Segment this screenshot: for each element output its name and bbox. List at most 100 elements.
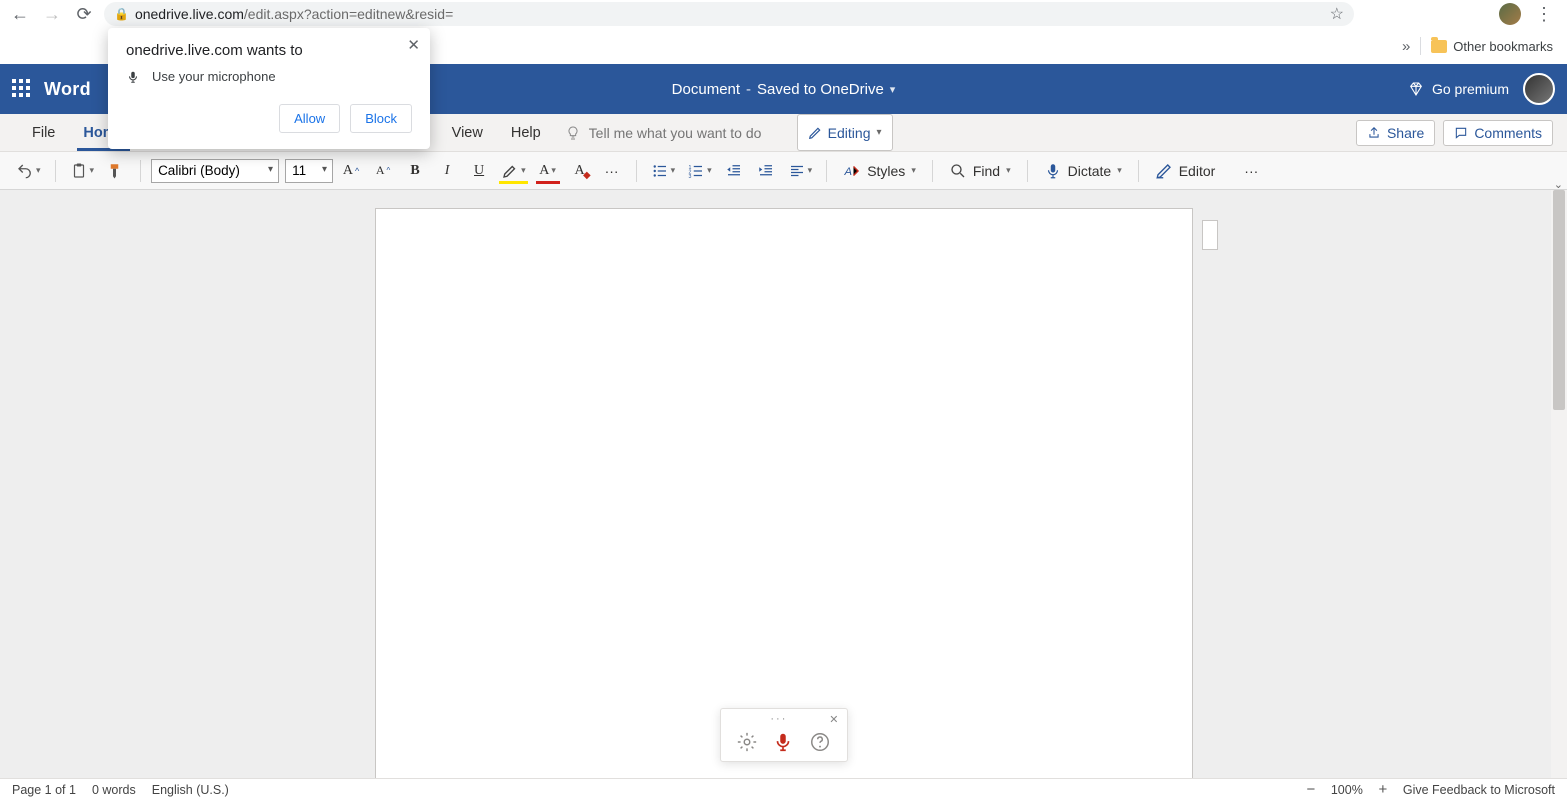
comments-button[interactable]: Comments — [1443, 120, 1553, 146]
status-bar: Page 1 of 1 0 words English (U.S.) − 100… — [0, 778, 1567, 800]
bullets-button[interactable]: ▾ — [647, 157, 680, 185]
more-font-options-button[interactable]: ··· — [598, 157, 626, 185]
bookmark-star-icon[interactable]: ☆ — [1330, 4, 1344, 24]
svg-text:A: A — [844, 165, 853, 177]
editor-button[interactable]: Editor — [1149, 162, 1222, 180]
divider — [140, 160, 141, 182]
outdent-icon — [725, 162, 743, 180]
feedback-link[interactable]: Give Feedback to Microsoft — [1403, 783, 1555, 797]
numbering-button[interactable]: 123 ▾ — [683, 157, 716, 185]
find-button[interactable]: Find ▾ — [943, 162, 1017, 180]
highlight-color-button[interactable]: ▾ — [497, 157, 530, 185]
microphone-icon — [126, 70, 140, 84]
divider — [55, 160, 56, 182]
share-button[interactable]: Share — [1356, 120, 1435, 146]
align-left-icon — [788, 162, 806, 180]
dictation-settings-button[interactable] — [736, 731, 758, 753]
language-status[interactable]: English (U.S.) — [152, 783, 229, 797]
other-bookmarks-folder[interactable]: Other bookmarks — [1431, 39, 1553, 54]
ruler-split-handle[interactable] — [1202, 220, 1218, 250]
format-painter-button[interactable] — [102, 157, 130, 185]
dictate-button[interactable]: Dictate ▾ — [1038, 162, 1128, 180]
page-count[interactable]: Page 1 of 1 — [12, 783, 76, 797]
tab-file[interactable]: File — [18, 114, 69, 151]
paintbrush-icon — [107, 162, 125, 180]
vertical-scrollbar[interactable] — [1551, 190, 1567, 778]
grow-font-button[interactable]: A^ — [337, 157, 365, 185]
url-host: onedrive.live.com — [135, 6, 244, 22]
clear-formatting-button[interactable]: A◆ — [566, 157, 594, 185]
lightbulb-icon — [565, 125, 581, 141]
paste-button[interactable]: ▾ — [66, 157, 99, 185]
word-count[interactable]: 0 words — [92, 783, 136, 797]
document-title-group[interactable]: Document - Saved to OneDrive ▾ — [672, 81, 896, 98]
numbered-list-icon: 123 — [687, 162, 705, 180]
dictation-mic-button[interactable] — [772, 731, 794, 753]
align-button[interactable]: ▾ — [784, 157, 817, 185]
more-commands-button[interactable]: ··· — [1237, 157, 1265, 185]
search-icon — [949, 162, 967, 180]
tell-me-input[interactable] — [589, 125, 779, 141]
block-button[interactable]: Block — [350, 104, 412, 133]
browser-menu-button[interactable]: ⋮ — [1529, 4, 1559, 25]
go-premium-label: Go premium — [1432, 81, 1509, 97]
font-size-select[interactable] — [285, 159, 333, 183]
undo-button[interactable]: ▾ — [12, 157, 45, 185]
browser-toolbar: ← → ⟳ 🔒 onedrive.live.com/edit.aspx?acti… — [0, 0, 1567, 28]
italic-button[interactable]: I — [433, 157, 461, 185]
chevron-down-icon: ▾ — [1006, 165, 1011, 176]
divider — [1027, 160, 1028, 182]
zoom-in-button[interactable]: + — [1375, 781, 1391, 798]
allow-button[interactable]: Allow — [279, 104, 340, 133]
increase-indent-button[interactable] — [752, 157, 780, 185]
styles-button[interactable]: A Styles ▾ — [837, 162, 922, 180]
other-bookmarks-label: Other bookmarks — [1453, 39, 1553, 54]
drag-handle-icon[interactable]: ··· — [770, 713, 787, 725]
chevron-down-icon: ▾ — [707, 165, 712, 176]
tab-help[interactable]: Help — [497, 114, 555, 151]
forward-button[interactable]: → — [40, 2, 64, 26]
chevron-down-icon: ▾ — [890, 83, 896, 96]
font-color-button[interactable]: A▾ — [534, 157, 562, 185]
back-button[interactable]: ← — [8, 2, 32, 26]
url-path: /edit.aspx?action=editnew&resid= — [244, 6, 453, 22]
address-bar[interactable]: 🔒 onedrive.live.com/edit.aspx?action=edi… — [104, 2, 1354, 26]
decrease-indent-button[interactable] — [720, 157, 748, 185]
shrink-font-button[interactable]: A^ — [369, 157, 397, 185]
clipboard-icon — [70, 162, 88, 180]
reload-button[interactable]: ⟳ — [72, 2, 96, 26]
tab-view[interactable]: View — [438, 114, 497, 151]
mic-permission-popup: ✕ onedrive.live.com wants to Use your mi… — [108, 28, 430, 149]
document-page[interactable] — [375, 208, 1193, 778]
close-dictation-button[interactable]: ✕ — [829, 713, 838, 726]
font-name-select[interactable] — [151, 159, 279, 183]
dictation-help-button[interactable] — [809, 731, 831, 753]
tell-me-search[interactable] — [565, 114, 779, 151]
comments-label: Comments — [1474, 125, 1542, 141]
bookmarks-overflow-button[interactable]: » — [1402, 38, 1410, 55]
close-popup-button[interactable]: ✕ — [407, 36, 420, 54]
scrollbar-thumb[interactable] — [1553, 190, 1565, 410]
user-avatar[interactable] — [1523, 73, 1555, 105]
browser-profile-avatar[interactable] — [1499, 3, 1521, 25]
document-name: Document — [672, 81, 740, 98]
underline-button[interactable]: U — [465, 157, 493, 185]
document-canvas: ··· ✕ — [0, 190, 1567, 778]
undo-icon — [16, 162, 34, 180]
bold-button[interactable]: B — [401, 157, 429, 185]
chevron-down-icon: ▾ — [876, 127, 881, 138]
app-launcher-icon[interactable] — [12, 79, 32, 99]
editor-label: Editor — [1179, 163, 1216, 179]
svg-text:3: 3 — [689, 173, 692, 179]
share-icon — [1367, 126, 1381, 140]
divider — [636, 160, 637, 182]
editing-mode-button[interactable]: Editing ▾ — [797, 114, 893, 151]
styles-label: Styles — [867, 163, 905, 179]
diamond-icon — [1408, 81, 1424, 97]
bulleted-list-icon — [651, 162, 669, 180]
chevron-down-icon: ▾ — [808, 165, 813, 176]
zoom-out-button[interactable]: − — [1303, 781, 1319, 798]
chevron-down-icon: ▾ — [911, 165, 916, 176]
go-premium-button[interactable]: Go premium — [1408, 81, 1509, 97]
zoom-level[interactable]: 100% — [1331, 783, 1363, 797]
